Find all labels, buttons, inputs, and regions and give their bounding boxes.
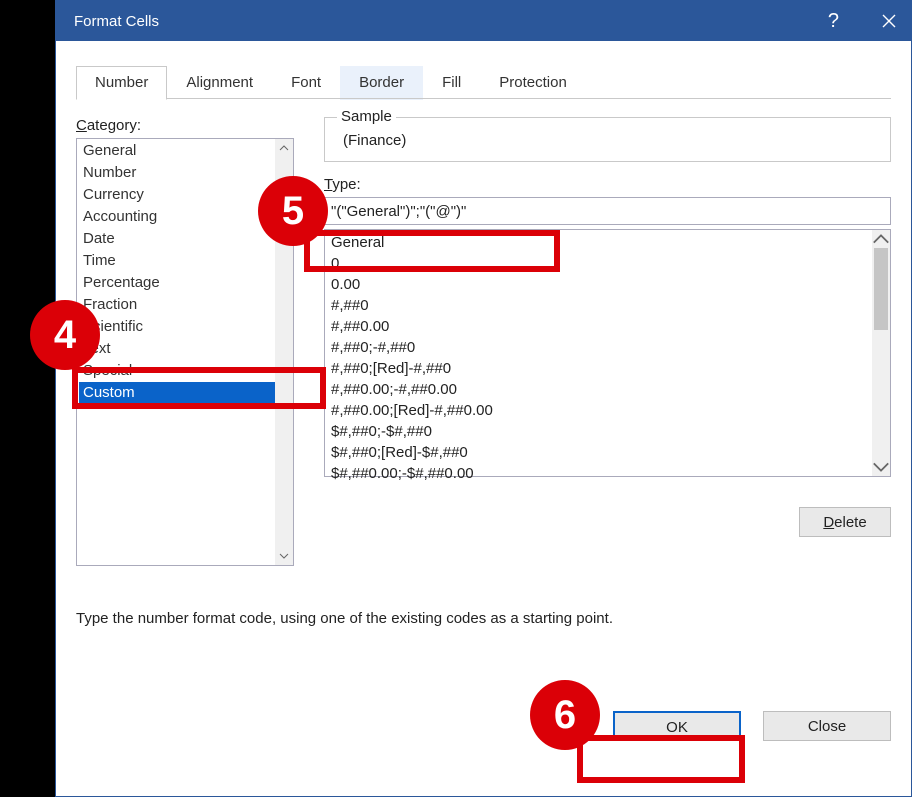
help-icon[interactable]: ? (828, 10, 839, 33)
close-icon[interactable] (881, 13, 897, 29)
type-input[interactable] (324, 197, 891, 225)
format-code-item[interactable]: #,##0.00;-#,##0.00 (329, 379, 872, 400)
tab-strip: NumberAlignmentFontBorderFillProtection (76, 65, 891, 99)
delete-button-label: Delete (823, 514, 866, 531)
window-title: Format Cells (74, 13, 159, 30)
format-detail-column: Sample (Finance) Type: General00.00#,##0… (324, 117, 891, 566)
delete-button[interactable]: Delete (799, 507, 891, 537)
category-item-text[interactable]: Text (79, 338, 275, 360)
category-item-general[interactable]: General (79, 140, 275, 162)
tab-underline (76, 98, 891, 99)
category-label: Category: (76, 117, 294, 134)
tab-number[interactable]: Number (76, 66, 167, 100)
scroll-up-icon[interactable] (872, 230, 890, 248)
scroll-down-icon[interactable] (275, 547, 293, 565)
delete-row: Delete (324, 507, 891, 537)
scrollbar-track[interactable] (872, 230, 890, 476)
annotation-box-6 (577, 735, 745, 783)
scrollbar-thumb[interactable] (874, 248, 888, 330)
annotation-box-4 (72, 367, 326, 409)
tab-border[interactable]: Border (340, 66, 423, 100)
category-item-number[interactable]: Number (79, 162, 275, 184)
scroll-down-icon[interactable] (872, 458, 890, 476)
titlebar-controls: ? (828, 10, 897, 33)
tab-alignment[interactable]: Alignment (167, 66, 272, 100)
format-code-item[interactable]: #,##0.00 (329, 316, 872, 337)
category-item-date[interactable]: Date (79, 228, 275, 250)
close-button[interactable]: Close (763, 711, 891, 741)
category-column: Category: GeneralNumberCurrencyAccountin… (76, 117, 294, 566)
number-tab-content: Category: GeneralNumberCurrencyAccountin… (76, 117, 891, 566)
category-item-accounting[interactable]: Accounting (79, 206, 275, 228)
tab-font[interactable]: Font (272, 66, 340, 100)
category-item-scientific[interactable]: Scientific (79, 316, 275, 338)
category-item-percentage[interactable]: Percentage (79, 272, 275, 294)
annotation-box-5 (304, 230, 560, 272)
sample-value: (Finance) (337, 132, 878, 149)
annotation-step-4: 4 (30, 300, 100, 370)
sample-label: Sample (337, 108, 396, 125)
format-code-item[interactable]: #,##0;[Red]-#,##0 (329, 358, 872, 379)
category-item-fraction[interactable]: Fraction (79, 294, 275, 316)
tab-fill[interactable]: Fill (423, 66, 480, 100)
format-code-item[interactable]: $#,##0;[Red]-$#,##0 (329, 442, 872, 463)
format-code-item[interactable]: #,##0 (329, 295, 872, 316)
sample-group: Sample (Finance) (324, 117, 891, 162)
dialog-footer: OK Close (76, 711, 891, 741)
titlebar: Format Cells ? (56, 1, 911, 41)
annotation-step-6: 6 (530, 680, 600, 750)
format-code-item[interactable]: 0.00 (329, 274, 872, 295)
type-label: Type: (324, 176, 891, 193)
category-item-currency[interactable]: Currency (79, 184, 275, 206)
annotation-step-5: 5 (258, 176, 328, 246)
scroll-up-icon[interactable] (275, 139, 293, 157)
hint-text: Type the number format code, using one o… (76, 610, 891, 627)
format-code-item[interactable]: #,##0;-#,##0 (329, 337, 872, 358)
tab-protection[interactable]: Protection (480, 66, 586, 100)
category-item-time[interactable]: Time (79, 250, 275, 272)
format-code-item[interactable]: $#,##0;-$#,##0 (329, 421, 872, 442)
format-code-item[interactable]: $#,##0.00;-$#,##0.00 (329, 463, 872, 484)
format-code-item[interactable]: #,##0.00;[Red]-#,##0.00 (329, 400, 872, 421)
